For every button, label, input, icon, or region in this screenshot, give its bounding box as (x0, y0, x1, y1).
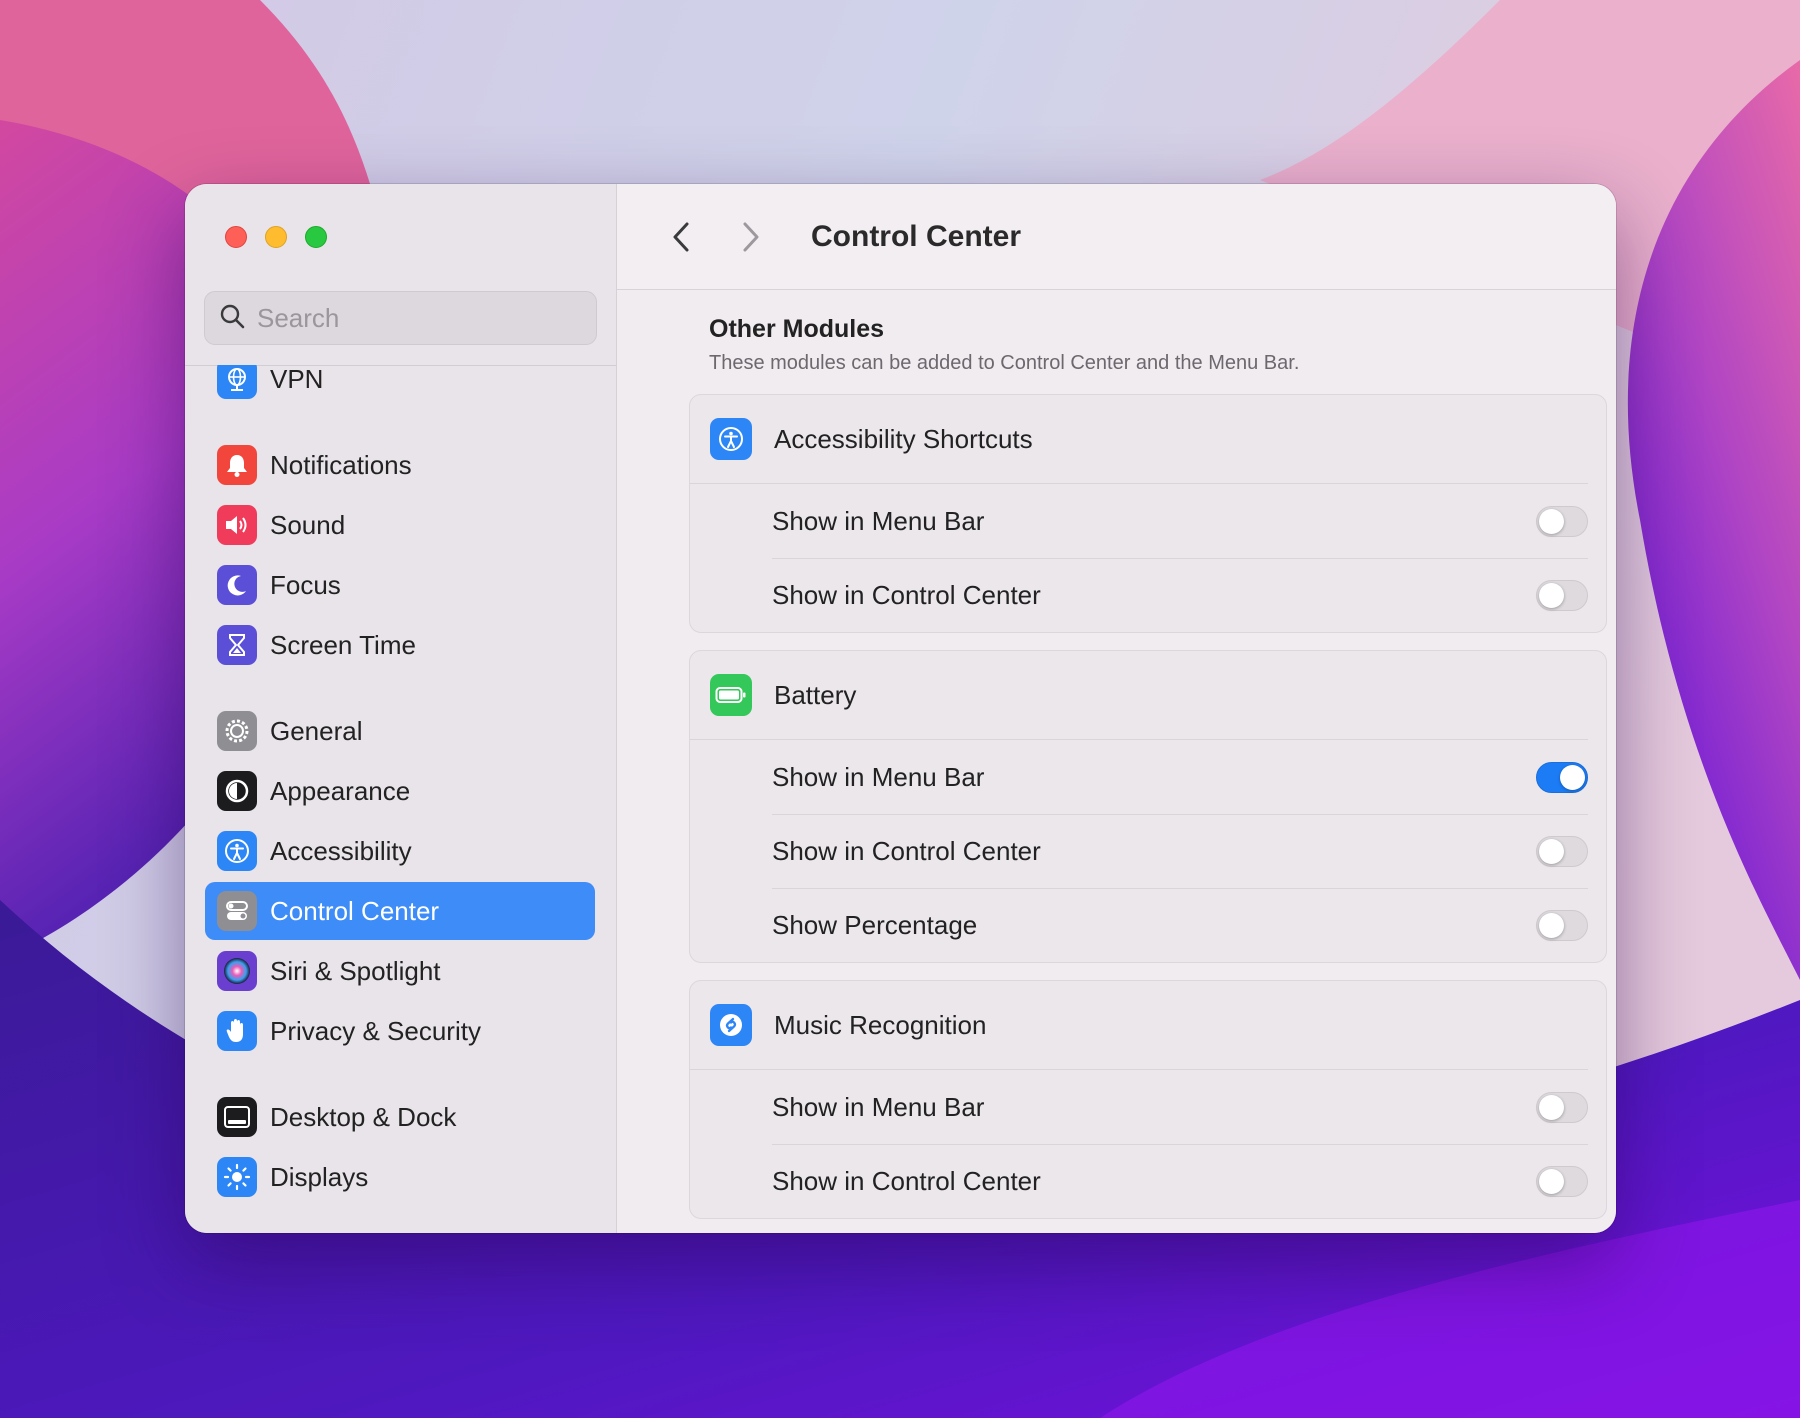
setting-toggle[interactable] (1536, 1166, 1588, 1197)
accessibility-icon (217, 831, 257, 871)
sidebar-item-label: Desktop & Dock (270, 1101, 457, 1132)
bell-icon (217, 445, 257, 485)
sidebar-item-privacy-security[interactable]: Privacy & Security (205, 1002, 595, 1060)
setting-label: Show Percentage (772, 910, 978, 940)
setting-label: Show in Control Center (772, 836, 1041, 866)
sidebar-item-sound[interactable]: Sound (205, 496, 595, 554)
toggle-knob (1560, 764, 1585, 790)
setting-row: Show in Control Center (772, 814, 1588, 888)
sidebar-item-appearance[interactable]: Appearance (205, 762, 595, 820)
system-settings-window: VPN Notifications Sound Focus Screen Time Gen… (185, 184, 1616, 1233)
chevron-right-icon (743, 222, 759, 251)
sidebar-item-focus[interactable]: Focus (205, 556, 595, 614)
module-header: Battery (690, 651, 1588, 740)
zoom-window-button[interactable] (305, 226, 327, 248)
control-center-icon (217, 891, 257, 931)
sidebar-item-label: Notifications (270, 449, 412, 480)
siri-icon (217, 951, 257, 991)
setting-row: Show in Menu Bar (772, 740, 1588, 814)
sidebar-item-general[interactable]: General (205, 702, 595, 760)
toggle-knob (1539, 508, 1564, 534)
setting-toggle[interactable] (1536, 505, 1588, 537)
toggle-knob (1539, 839, 1564, 864)
minimize-window-button[interactable] (265, 226, 287, 248)
sidebar-item-label: Appearance (270, 775, 411, 806)
battery-icon (710, 674, 752, 716)
setting-label: Show in Control Center (772, 580, 1041, 610)
shazam-icon (710, 1004, 752, 1046)
sun-icon (217, 1157, 257, 1197)
sidebar-item-label: Screen Time (270, 629, 416, 660)
sidebar-item-siri-spotlight[interactable]: Siri & Spotlight (205, 942, 595, 1000)
module-header: Accessibility Shortcuts (690, 395, 1588, 484)
setting-row: Show in Control Center (772, 1144, 1588, 1218)
toolbar: Control Center (617, 184, 1616, 290)
module-group-music-recognition: Music Recognition Show in Menu Bar Show in… (689, 980, 1607, 1219)
page-title: Control Center (811, 219, 1021, 253)
setting-label: Show in Menu Bar (772, 761, 985, 792)
sidebar-item-control-center[interactable]: Control Center (205, 882, 595, 940)
toggle-knob (1539, 1169, 1564, 1194)
sidebar-item-displays[interactable]: Displays (205, 1148, 595, 1206)
sidebar-item-desktop-dock[interactable]: Desktop & Dock (205, 1088, 595, 1146)
hand-icon (217, 1011, 257, 1051)
close-window-button[interactable] (225, 226, 247, 248)
accessibility-icon (710, 418, 752, 460)
module-header: Music Recognition (690, 981, 1588, 1070)
module-group-battery: Battery Show in Menu Bar Show in Control C… (689, 650, 1607, 963)
sidebar-list: VPN Notifications Sound Focus Screen Time Gen… (185, 365, 616, 1233)
toggle-knob (1539, 913, 1564, 938)
toggle-knob (1539, 1094, 1564, 1120)
setting-label: Show in Menu Bar (772, 1091, 985, 1122)
search-input[interactable] (257, 302, 577, 334)
search-icon (219, 303, 245, 334)
module-group-accessibility-shortcuts: Accessibility Shortcuts Show in Menu Bar S… (689, 394, 1607, 633)
module-name: Music Recognition (774, 1009, 987, 1040)
setting-toggle[interactable] (1536, 836, 1588, 867)
sidebar-item-label: VPN (270, 365, 324, 394)
content-pane: Control Center Other Modules These modul… (617, 184, 1616, 1233)
setting-toggle[interactable] (1536, 580, 1588, 611)
window-controls (225, 226, 327, 248)
sidebar-item-label: Accessibility (270, 835, 412, 866)
setting-toggle[interactable] (1536, 910, 1588, 941)
toggle-knob (1539, 583, 1564, 608)
sidebar-item-label: General (270, 715, 363, 746)
setting-row: Show in Menu Bar (772, 484, 1588, 558)
sidebar-item-screen-time[interactable]: Screen Time (205, 616, 595, 674)
setting-toggle[interactable] (1536, 1091, 1588, 1123)
sidebar-item-label: Sound (270, 509, 346, 540)
sidebar-item-vpn[interactable]: VPN (205, 365, 595, 408)
sidebar: VPN Notifications Sound Focus Screen Time Gen… (185, 184, 617, 1233)
sidebar-item-label: Control Center (270, 895, 440, 926)
hourglass-icon (217, 625, 257, 665)
setting-row: Show in Menu Bar (772, 1070, 1588, 1144)
setting-label: Show in Menu Bar (772, 505, 985, 536)
forward-button[interactable] (731, 217, 771, 257)
setting-toggle[interactable] (1536, 761, 1588, 793)
setting-row: Show in Control Center (772, 558, 1588, 632)
module-name: Accessibility Shortcuts (774, 423, 1033, 454)
section-subtitle: These modules can be added to Control Ce… (709, 352, 1300, 374)
setting-row: Show Percentage (772, 888, 1588, 962)
sidebar-item-label: Focus (270, 569, 341, 600)
appearance-icon (217, 771, 257, 811)
sidebar-item-notifications[interactable]: Notifications (205, 436, 595, 494)
globe-icon (217, 365, 257, 399)
setting-label: Show in Control Center (772, 1166, 1041, 1196)
back-button[interactable] (661, 217, 701, 257)
sidebar-item-label: Siri & Spotlight (270, 955, 441, 986)
section-header: Other Modules These modules can be added… (709, 315, 1299, 375)
search-field[interactable] (204, 291, 597, 345)
sidebar-item-label: Displays (270, 1161, 369, 1192)
dock-icon (217, 1097, 257, 1137)
sidebar-item-accessibility[interactable]: Accessibility (205, 822, 595, 880)
speaker-icon (217, 505, 257, 545)
chevron-left-icon (673, 222, 689, 251)
sidebar-item-label: Privacy & Security (270, 1015, 481, 1046)
section-title: Other Modules (709, 315, 885, 343)
module-name: Battery (774, 679, 857, 710)
moon-icon (217, 565, 257, 605)
gear-icon (217, 711, 257, 751)
